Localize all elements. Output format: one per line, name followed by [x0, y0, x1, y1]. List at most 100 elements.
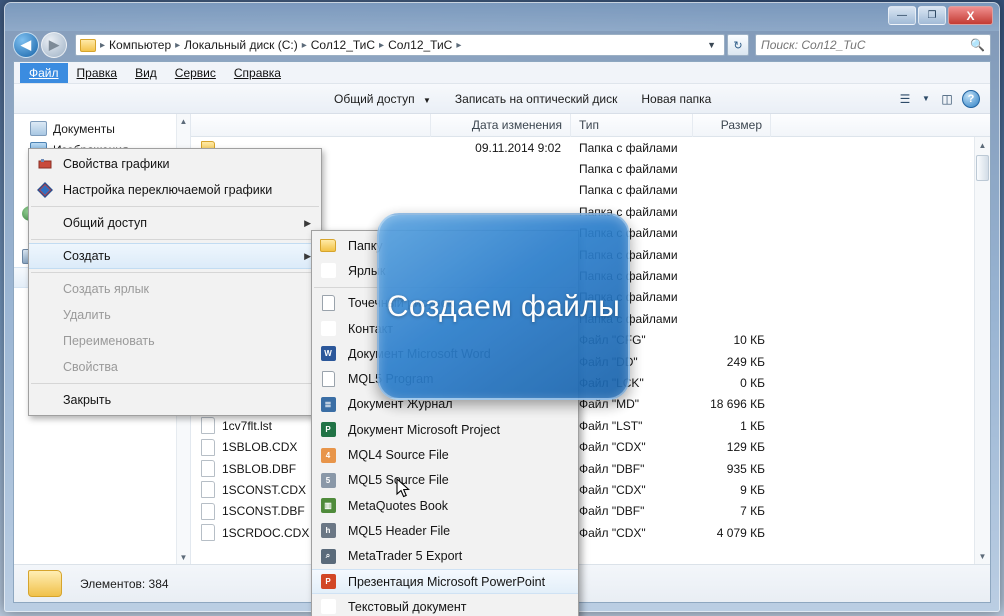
file-menu-item-5[interactable]: Создать ▶ — [29, 243, 321, 269]
table-row[interactable]: 1SCONST.DBF Файл "DBF" 7 КБ — [191, 501, 974, 522]
file-name-label: 1SCRDOC.CDX — [222, 525, 310, 540]
file-type-cell: Папка с файлами — [579, 140, 678, 155]
menu-file-label: Файл — [29, 65, 59, 80]
file-icon — [201, 524, 215, 542]
item-count-label: Элементов: 384 — [80, 576, 169, 591]
metaquotes-book-icon: ▥ — [319, 497, 337, 515]
menu-tools-label: Сервис — [174, 65, 216, 80]
new-submenu-item-label: MetaQuotes Book — [348, 498, 449, 513]
file-type-cell: Файл "LST" — [579, 418, 643, 433]
shortcut-icon: ↱ — [319, 262, 337, 280]
bitmap-image-icon — [319, 294, 337, 312]
file-menu-item-0[interactable]: Свойства графики — [29, 151, 321, 177]
file-menu-item-10: Свойства — [29, 354, 321, 380]
file-icon — [201, 417, 215, 435]
refresh-button[interactable]: ↻ — [727, 34, 749, 56]
menu-help[interactable]: Справка — [225, 63, 290, 83]
text-document-icon: ≡ — [319, 598, 337, 616]
new-submenu-item-11[interactable]: ▥ MetaQuotes Book — [312, 493, 578, 518]
scroll-down-icon[interactable]: ▼ — [975, 548, 990, 564]
file-menu-item-label: Общий доступ — [63, 216, 147, 230]
scroll-up-icon[interactable]: ▲ — [177, 114, 190, 128]
address-bar-row: ◀ ▶ ▸ Компьютер ▸ Локальный диск (C:) ▸ … — [5, 31, 999, 61]
window-titlebar[interactable]: — ❐ X — [5, 3, 999, 31]
file-menu-item-12[interactable]: Закрыть — [29, 387, 321, 413]
new-submenu-item-14[interactable]: P Презентация Microsoft PowerPoint — [312, 568, 578, 595]
file-name-label: 1SCONST.CDX — [222, 482, 307, 497]
breadcrumb-item-3[interactable]: Сол12_ТиС — [385, 38, 455, 52]
back-button[interactable]: ◀ — [13, 32, 39, 58]
address-breadcrumb-bar[interactable]: ▸ Компьютер ▸ Локальный диск (C:) ▸ Сол1… — [75, 34, 725, 56]
file-list-scrollbar[interactable]: ▲ ▼ — [974, 137, 990, 564]
table-row[interactable]: 1SCONST.CDX Файл "CDX" 9 КБ — [191, 479, 974, 500]
preview-pane-icon[interactable]: ◫ — [936, 89, 958, 109]
callout-text: Создаем файлы — [386, 289, 621, 323]
powerpoint-icon: P — [319, 573, 337, 591]
close-button[interactable]: X — [948, 6, 993, 25]
search-input[interactable] — [761, 38, 971, 52]
toolbar-new-folder-button[interactable]: Новая папка — [629, 92, 723, 106]
forward-button[interactable]: ▶ — [41, 32, 67, 58]
chevron-down-icon[interactable]: ▼ — [920, 89, 932, 109]
file-size-cell: 1 КБ — [740, 418, 765, 433]
column-header-size[interactable]: Размер — [693, 114, 771, 137]
breadcrumb-separator: ▸ — [301, 39, 307, 51]
blank-document-icon — [319, 370, 337, 388]
new-submenu-item-8[interactable]: P Документ Microsoft Project — [312, 417, 578, 442]
menu-edit-label: Правка — [76, 65, 118, 80]
list-view-icon[interactable]: ☰ — [894, 89, 916, 109]
table-row[interactable]: 1SBLOB.DBF Файл "DBF" 935 КБ — [191, 458, 974, 479]
menu-view[interactable]: Вид — [126, 63, 166, 83]
toolbar-burn-button[interactable]: Записать на оптический диск — [443, 92, 630, 106]
new-submenu-item-15[interactable]: ≡ Текстовый документ — [312, 594, 578, 616]
breadcrumb-item-0[interactable]: Компьютер — [106, 38, 174, 52]
breadcrumb-separator: ▸ — [379, 39, 385, 51]
new-submenu-item-10[interactable]: 5 MQL5 Source File — [312, 468, 578, 493]
scroll-down-icon[interactable]: ▼ — [177, 550, 190, 564]
column-header-date[interactable]: Дата изменения — [431, 114, 571, 137]
new-submenu-item-13[interactable]: ⌕ MetaTrader 5 Export — [312, 544, 578, 569]
mql5-source-icon: 5 — [319, 471, 337, 489]
column-header-name[interactable] — [191, 114, 431, 137]
file-menu-item-3[interactable]: Общий доступ ▶ — [29, 210, 321, 236]
file-name-label: 1cv7flt.lst — [222, 418, 273, 433]
new-submenu-item-12[interactable]: h MQL5 Header File — [312, 518, 578, 543]
file-size-cell: 129 КБ — [726, 440, 765, 455]
file-menu-item-label: Настройка переключаемой графики — [63, 183, 273, 197]
breadcrumb-item-2[interactable]: Сол12_ТиС — [308, 38, 378, 52]
file-icon — [201, 438, 215, 456]
search-box[interactable]: 🔍 — [755, 34, 991, 56]
file-size-cell: 4 079 КБ — [716, 525, 765, 540]
file-menu-item-1[interactable]: Настройка переключаемой графики — [29, 177, 321, 203]
scroll-up-icon[interactable]: ▲ — [975, 137, 990, 153]
table-row[interactable]: 1SCRDOC.CDX Файл "CDX" 4 079 КБ — [191, 522, 974, 543]
file-type-cell: Файл "CDX" — [579, 440, 646, 455]
sidebar-item-documents[interactable]: Документы — [14, 118, 190, 139]
menu-tools[interactable]: Сервис — [166, 63, 225, 83]
breadcrumb-item-1[interactable]: Локальный диск (C:) — [181, 38, 301, 52]
mouse-pointer-icon — [396, 478, 410, 498]
help-icon[interactable]: ? — [962, 89, 980, 108]
column-headers: Дата изменения Тип Размер — [191, 114, 990, 137]
new-submenu-item-9[interactable]: 4 MQL4 Source File — [312, 442, 578, 467]
breadcrumb-separator: ▸ — [100, 39, 106, 51]
new-submenu-item-label: MQL4 Source File — [348, 448, 449, 463]
scrollbar-thumb[interactable] — [976, 155, 989, 181]
file-menu-item-8: Удалить — [29, 302, 321, 328]
submenu-arrow-icon: ▶ — [304, 250, 311, 261]
maximize-button[interactable]: ❐ — [918, 6, 946, 25]
menu-edit[interactable]: Правка — [68, 63, 127, 83]
file-date-cell: 09.11.2014 9:02 — [475, 140, 561, 155]
file-icon — [201, 481, 215, 499]
toolbar-share-button[interactable]: Общий доступ ▼ — [322, 92, 443, 106]
minimize-button[interactable]: — — [888, 6, 916, 25]
file-menu-item-label: Свойства — [63, 360, 118, 374]
column-header-type[interactable]: Тип — [571, 114, 693, 137]
folder-icon — [28, 570, 62, 597]
table-row[interactable]: 1SBLOB.CDX Файл "CDX" 129 КБ — [191, 436, 974, 457]
mql4-source-icon: 4 — [319, 446, 337, 464]
chevron-down-icon[interactable]: ▼ — [701, 40, 722, 50]
table-row[interactable]: 1cv7flt.lst Файл "LST" 1 КБ — [191, 415, 974, 436]
file-menu-item-label: Переименовать — [63, 334, 155, 348]
menu-file[interactable]: Файл — [20, 62, 68, 83]
